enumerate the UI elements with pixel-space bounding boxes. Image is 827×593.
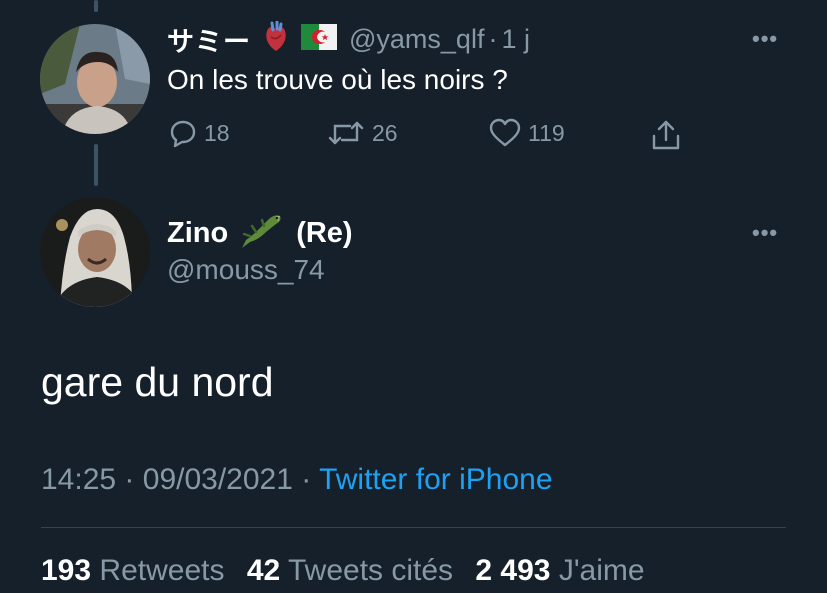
tweet-source-link[interactable]: Twitter for iPhone xyxy=(319,463,552,496)
likes-stat-label: J'aime xyxy=(558,554,645,587)
share-button[interactable] xyxy=(650,118,688,152)
reply-button[interactable]: 18 xyxy=(166,118,230,148)
retweets-stat-count: 193 xyxy=(41,554,92,587)
algeria-flag-icon xyxy=(301,24,337,55)
parent-more-options-icon[interactable]: ••• xyxy=(752,26,778,52)
parent-time[interactable]: 1 j xyxy=(501,24,530,55)
quotes-stat[interactable]: 42 Tweets cités xyxy=(247,554,453,587)
likes-stat[interactable]: 2 493 J'aime xyxy=(475,554,644,587)
meta-separator-1: · xyxy=(124,463,135,496)
main-display-name-part2[interactable]: (Re) xyxy=(296,217,352,250)
parent-display-name[interactable]: サミー xyxy=(167,20,251,59)
thread-line-top xyxy=(94,0,98,12)
parent-avatar[interactable] xyxy=(40,24,150,134)
like-count: 119 xyxy=(528,119,565,146)
main-avatar[interactable] xyxy=(40,197,150,307)
retweet-button[interactable]: 26 xyxy=(326,118,398,148)
quotes-stat-count: 42 xyxy=(246,554,281,587)
anatomical-heart-icon xyxy=(263,20,289,58)
parent-separator: · xyxy=(488,24,498,54)
retweet-icon xyxy=(328,121,364,145)
thread-line-connector xyxy=(94,144,98,186)
main-display-name-part1[interactable]: Zino xyxy=(167,217,228,250)
main-header: Zino (Re) xyxy=(167,212,353,255)
tweet-date[interactable]: 09/03/2021 xyxy=(143,463,293,496)
main-tweet-text: gare du nord xyxy=(41,359,274,405)
reply-icon xyxy=(170,120,196,148)
parent-handle[interactable]: @yams_qlf xyxy=(349,24,484,55)
quotes-stat-label: Tweets cités xyxy=(287,554,454,587)
tweet-meta: 14:25 · 09/03/2021 · Twitter for iPhone xyxy=(41,463,553,497)
stats-divider xyxy=(41,527,786,528)
parent-tweet-text: On les trouve où les noirs ? xyxy=(167,64,508,95)
retweets-stat-label: Retweets xyxy=(99,554,225,587)
retweets-stat[interactable]: 193 Retweets xyxy=(41,554,224,587)
retweet-count: 26 xyxy=(372,119,398,146)
like-button[interactable]: 119 xyxy=(488,118,565,148)
main-more-options-icon[interactable]: ••• xyxy=(752,220,778,246)
main-handle[interactable]: @mouss_74 xyxy=(167,254,325,286)
tweet-time[interactable]: 14:25 xyxy=(41,463,116,496)
parent-header: サミー @yams_qlf · 1 j xyxy=(167,20,530,59)
likes-stat-count: 2 493 xyxy=(475,554,551,587)
heart-icon xyxy=(489,118,521,147)
meta-separator-2: · xyxy=(301,463,312,496)
parent-actions-bar: 18 26 119 xyxy=(166,118,696,152)
crocodile-icon xyxy=(236,212,286,255)
engagement-stats: 193 Retweets 42 Tweets cités 2 493 J'aim… xyxy=(41,554,659,588)
reply-count: 18 xyxy=(204,119,230,146)
share-icon xyxy=(652,120,680,150)
